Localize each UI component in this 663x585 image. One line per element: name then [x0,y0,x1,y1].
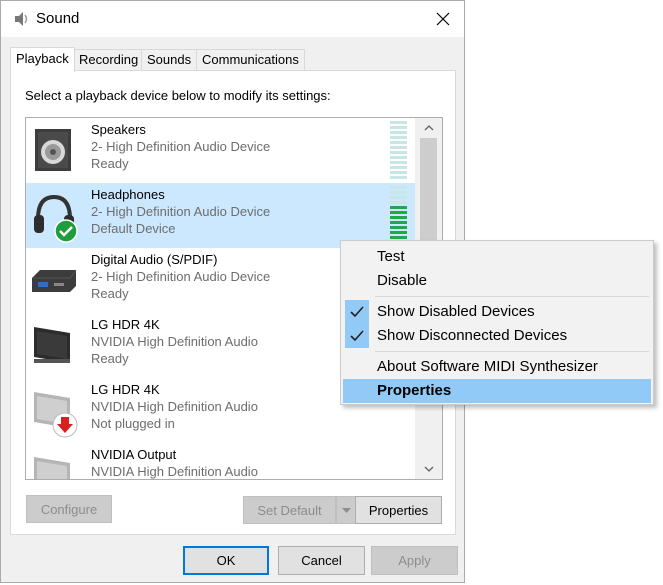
menu-item-show-disconnected-devices[interactable]: Show Disconnected Devices [343,324,651,348]
device-name: Digital Audio (S/PDIF) [91,252,218,267]
configure-button[interactable]: Configure [26,495,112,523]
device-status: Default Device [91,221,176,236]
device-driver: NVIDIA High Definition Audio [91,399,258,414]
menu-item-test[interactable]: Test [343,245,651,269]
device-driver: 2- High Definition Audio Device [91,269,271,284]
menu-separator [375,351,649,352]
volume-level-meter [390,121,407,179]
chevron-down-icon [424,466,433,472]
device-name: LG HDR 4K [91,317,160,332]
volume-level-meter [390,186,407,244]
chevron-up-icon [424,125,433,131]
device-status: Ready [91,351,129,366]
red-down-arrow-icon [52,412,78,438]
tab-playback[interactable]: Playback [10,47,75,72]
device-status: Not plugged in [91,416,175,431]
apply-button[interactable]: Apply [371,546,458,575]
device-driver: 2- High Definition Audio Device [91,139,271,154]
tab-communications[interactable]: Communications [196,49,305,71]
speaker-title-icon [15,12,28,26]
close-button[interactable] [422,1,464,37]
set-default-dropdown[interactable] [336,496,356,524]
context-menu: Test Disable Show Disabled Devices Show … [340,240,654,405]
cancel-button[interactable]: Cancel [278,546,365,575]
title-bar: Sound [1,1,464,37]
device-status: Ready [91,286,129,301]
device-driver: NVIDIA High Definition Audio [91,334,258,349]
device-driver: 2- High Definition Audio Device [91,204,271,219]
ok-button[interactable]: OK [183,546,269,575]
device-name: NVIDIA Output [91,447,177,462]
menu-separator [375,296,649,297]
checkmark-icon [345,300,369,324]
instruction-text: Select a playback device below to modify… [25,88,331,103]
menu-item-properties[interactable]: Properties [343,379,651,403]
properties-button[interactable]: Properties [355,496,442,524]
window-title: Sound [36,10,80,27]
set-default-button[interactable]: Set Default [243,496,336,524]
device-item-headphones[interactable]: Headphones 2- High Definition Audio Devi… [26,183,415,248]
monitor-icon [34,327,70,363]
close-icon [436,12,450,26]
device-name: Speakers [91,122,146,137]
device-item-nvidia-output[interactable]: NVIDIA Output NVIDIA High Definition Aud… [26,443,415,479]
digital-audio-receiver-icon [32,269,77,292]
device-driver: NVIDIA High Definition Audio [91,464,258,479]
device-name: Headphones [91,187,165,202]
menu-item-label: Show Disconnected Devices [377,327,568,344]
device-item-speakers[interactable]: Speakers 2- High Definition Audio Device… [26,118,415,183]
menu-item-disable[interactable]: Disable [343,269,651,293]
tab-recording[interactable]: Recording [73,49,145,71]
menu-item-label: Show Disabled Devices [377,303,535,320]
checkmark-icon [345,324,369,348]
scroll-down-button[interactable] [415,459,442,479]
green-check-icon [54,219,78,243]
chevron-down-icon [341,507,351,513]
menu-item-show-disabled-devices[interactable]: Show Disabled Devices [343,300,651,324]
speaker-icon [35,129,71,171]
scroll-up-button[interactable] [415,118,442,138]
device-name: LG HDR 4K [91,382,160,397]
device-status: Ready [91,156,129,171]
monitor-disabled-icon [34,457,70,479]
tab-sounds[interactable]: Sounds [141,49,198,71]
menu-item-about-midi-synth[interactable]: About Software MIDI Synthesizer [343,355,651,379]
